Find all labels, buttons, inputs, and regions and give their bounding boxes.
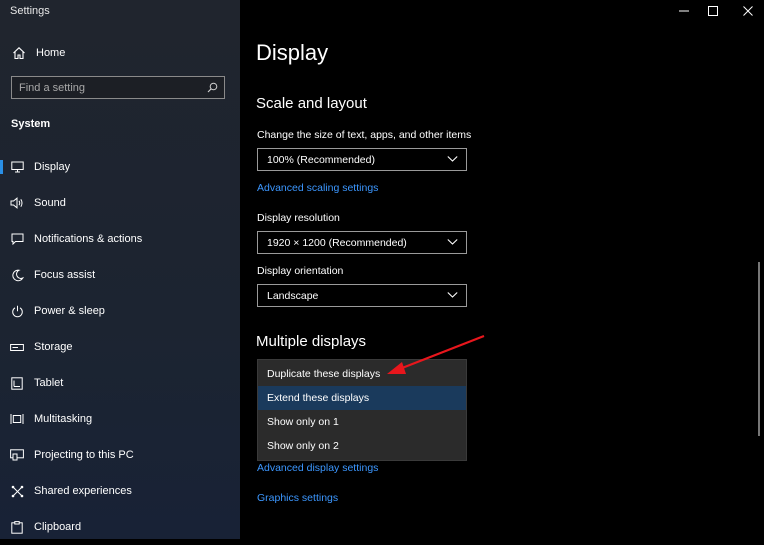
- speaker-icon: [10, 196, 24, 210]
- sidebar-item-label: Display: [34, 161, 71, 173]
- sidebar-item-power-sleep[interactable]: Power & sleep: [0, 293, 240, 329]
- scale-value: 100% (Recommended): [267, 153, 375, 166]
- sidebar-item-shared-experiences[interactable]: Shared experiences: [0, 473, 240, 509]
- search-icon[interactable]: [207, 82, 218, 93]
- sidebar-item-label: Shared experiences: [34, 485, 132, 497]
- sidebar-item-sound[interactable]: Sound: [0, 185, 240, 221]
- storage-icon: [10, 340, 24, 354]
- maximize-icon: [708, 6, 718, 16]
- orientation-value: Landscape: [267, 289, 319, 302]
- chevron-down-icon: [447, 239, 458, 245]
- sidebar-item-label: Power & sleep: [34, 305, 105, 317]
- shared-icon: [10, 484, 24, 498]
- close-icon: [743, 6, 753, 16]
- sidebar: Settings Home System Display Sound: [0, 0, 240, 539]
- multitasking-icon: [10, 412, 24, 426]
- sidebar-item-tablet[interactable]: Tablet: [0, 365, 240, 401]
- tablet-icon: [10, 376, 24, 390]
- sidebar-item-label: Sound: [34, 197, 66, 209]
- sidebar-item-projecting[interactable]: Projecting to this PC: [0, 437, 240, 473]
- clipboard-icon: [10, 520, 24, 534]
- resolution-value: 1920 × 1200 (Recommended): [267, 236, 407, 249]
- notification-icon: [10, 232, 24, 246]
- power-icon: [10, 304, 24, 318]
- scale-dropdown[interactable]: 100% (Recommended): [257, 148, 467, 171]
- search-box[interactable]: [11, 76, 225, 99]
- scrollbar[interactable]: [758, 262, 760, 436]
- chevron-down-icon: [447, 292, 458, 298]
- option-extend-displays[interactable]: Extend these displays: [258, 386, 466, 410]
- chevron-down-icon: [447, 156, 458, 162]
- scale-label: Change the size of text, apps, and other…: [257, 129, 472, 141]
- multiple-displays-heading: Multiple displays: [256, 333, 367, 350]
- maximize-button[interactable]: [698, 0, 728, 22]
- home-icon: [13, 47, 25, 60]
- sidebar-item-label: Tablet: [34, 377, 64, 389]
- sidebar-item-label: Projecting to this PC: [34, 449, 134, 461]
- option-duplicate-displays[interactable]: Duplicate these displays: [258, 362, 466, 386]
- resolution-label: Display resolution: [257, 212, 340, 224]
- minimize-button[interactable]: [669, 0, 699, 22]
- page-title: Display: [256, 40, 329, 65]
- scale-layout-heading: Scale and layout: [256, 95, 367, 112]
- sidebar-item-label: Notifications & actions: [34, 233, 143, 245]
- sidebar-item-label: Focus assist: [34, 269, 96, 281]
- home-label: Home: [36, 47, 66, 59]
- monitor-icon: [10, 160, 24, 174]
- section-label: System: [11, 118, 51, 130]
- sidebar-item-label: Storage: [34, 341, 73, 353]
- projector-icon: [10, 448, 24, 462]
- orientation-label: Display orientation: [257, 265, 344, 277]
- sidebar-nav: Display Sound Notifications & actions Fo…: [0, 149, 240, 545]
- home-nav-item[interactable]: Home: [0, 40, 240, 66]
- minimize-icon: [679, 10, 689, 12]
- sidebar-item-multitasking[interactable]: Multitasking: [0, 401, 240, 437]
- option-show-only-1[interactable]: Show only on 1: [258, 410, 466, 434]
- orientation-dropdown[interactable]: Landscape: [257, 284, 467, 307]
- close-button[interactable]: [733, 0, 763, 22]
- search-input[interactable]: [19, 81, 199, 94]
- advanced-scaling-link[interactable]: Advanced scaling settings: [257, 182, 378, 194]
- app-title: Settings: [10, 5, 50, 17]
- advanced-display-link[interactable]: Advanced display settings: [257, 462, 378, 474]
- sidebar-item-storage[interactable]: Storage: [0, 329, 240, 365]
- sidebar-item-focus-assist[interactable]: Focus assist: [0, 257, 240, 293]
- moon-icon: [10, 268, 24, 282]
- sidebar-item-notifications[interactable]: Notifications & actions: [0, 221, 240, 257]
- sidebar-item-label: Clipboard: [34, 521, 82, 533]
- option-show-only-2[interactable]: Show only on 2: [258, 434, 466, 458]
- sidebar-item-display[interactable]: Display: [0, 149, 240, 185]
- multiple-displays-menu: Duplicate these displays Extend these di…: [257, 359, 467, 461]
- sidebar-item-clipboard[interactable]: Clipboard: [0, 509, 240, 545]
- resolution-dropdown[interactable]: 1920 × 1200 (Recommended): [257, 231, 467, 254]
- sidebar-item-label: Multitasking: [34, 413, 93, 425]
- graphics-settings-link[interactable]: Graphics settings: [257, 492, 338, 504]
